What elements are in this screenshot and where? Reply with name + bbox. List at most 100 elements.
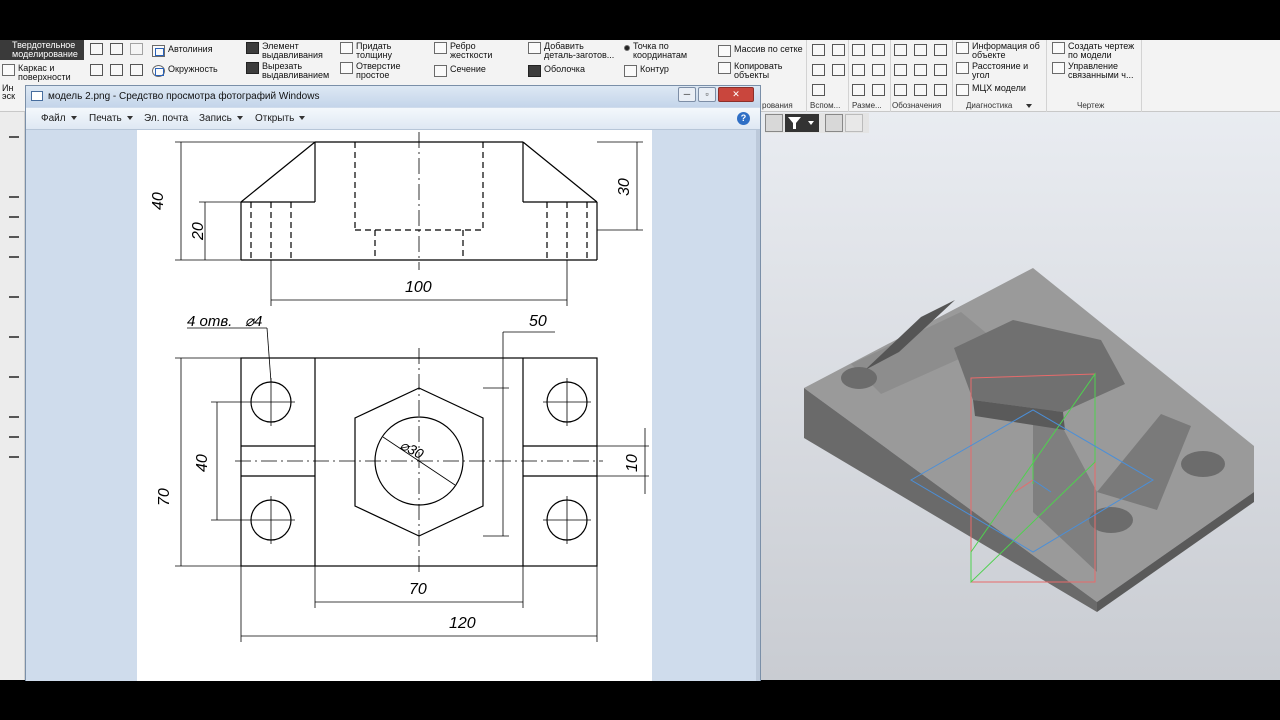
dim-10: 10 [624,454,641,472]
new-file-icon[interactable] [90,43,103,55]
distance-angle-button[interactable]: Расстояние и угол [956,62,1032,80]
extrude-element-button[interactable]: Элемент выдавливания [246,42,334,60]
help-icon[interactable]: ? [737,112,750,125]
cut-extrude-button[interactable]: Вырезать выдавливанием [246,62,334,80]
point-by-coords-button[interactable]: Точка по координатам [624,42,707,60]
select-filter-icon[interactable] [825,114,843,132]
object-info-button[interactable]: Информация об объекте [956,42,1046,60]
photo-viewer-icon [31,91,43,101]
menu-file[interactable]: Файл [41,113,77,124]
create-drawing-button[interactable]: Создать чертеж по модели [1052,42,1142,60]
notation-tool-9-icon[interactable] [934,84,947,96]
tree-marker [9,436,19,438]
tab-sketch-partial[interactable]: эск [2,92,15,101]
model-viewport[interactable] [761,112,1280,680]
wireframe-icon [2,64,15,76]
aux-tool-1-icon[interactable] [812,44,825,56]
open-folder-icon[interactable] [110,43,123,55]
tab-wireframe-surfaces[interactable]: Каркас и поверхности [2,64,88,82]
autoline-icon [152,45,165,57]
circle-icon [152,65,165,77]
section-button[interactable]: Сечение [434,65,486,77]
cut-extrude-icon [246,62,259,74]
chevron-down-icon [299,116,306,121]
filter-icon[interactable] [785,114,819,132]
close-button[interactable]: ✕ [718,87,754,102]
notation-tool-7-icon[interactable] [894,84,907,96]
menu-open[interactable]: Открыть [255,113,306,124]
notation-tool-1-icon[interactable] [894,44,907,56]
manage-linked-button[interactable]: Управление связанными ч... [1052,62,1142,80]
copy-icon [718,62,731,74]
save-icon[interactable] [130,43,143,55]
add-part-button[interactable]: Добавить деталь-заготов... [528,42,618,60]
aux-tool-3-icon[interactable] [812,64,825,76]
group-divider [952,40,953,112]
rib-button[interactable]: Ребро жесткости [434,42,506,60]
extrude-icon [246,42,259,54]
maximize-button[interactable]: ▫ [698,87,716,102]
notation-tool-4-icon[interactable] [894,64,907,76]
aux-tool-2-icon[interactable] [832,44,845,56]
circle-button[interactable]: Окружность [152,65,218,77]
tree-marker [9,416,19,418]
print-icon[interactable] [90,64,103,76]
copy-objects-button[interactable]: Копировать объекты [718,62,794,80]
minimize-button[interactable]: ─ [678,87,696,102]
hole-top-right-icon [1181,451,1225,477]
shell-button[interactable]: Оболочка [528,65,585,77]
save-as-icon[interactable] [130,64,143,76]
notation-tool-5-icon[interactable] [914,64,927,76]
notation-tool-8-icon[interactable] [914,84,927,96]
notation-tool-6-icon[interactable] [934,64,947,76]
menu-email[interactable]: Эл. почта [144,113,188,124]
chevron-down-icon [236,116,243,121]
menu-burn[interactable]: Запись [199,113,243,124]
group-label-notation: Обозначения [892,101,942,110]
dim-30-height: 30 [616,178,633,196]
tree-marker [9,196,19,198]
tree-marker [9,236,19,238]
preview-icon[interactable] [110,64,123,76]
technical-drawing-image[interactable]: 40 20 30 100 4 отв. ⌀4 50 40 70 ⌀30 10 7… [137,130,652,681]
dim-tool-5-icon[interactable] [852,84,865,96]
menu-print[interactable]: Печать [89,113,133,124]
edit-icon[interactable] [845,114,863,132]
group-divider [806,40,807,112]
dim-tool-4-icon[interactable] [872,64,885,76]
group-divider [848,40,849,112]
contour-button[interactable]: Контур [624,65,669,77]
dim-tool-1-icon[interactable] [852,44,865,56]
tree-marker [9,136,19,138]
add-part-icon [528,42,541,54]
hole-icon [340,62,353,74]
viewer-menubar: Файл Печать Эл. почта Запись Открыть ? [26,108,760,130]
dim-tool-6-icon[interactable] [872,84,885,96]
aux-tool-5-icon[interactable] [812,84,825,96]
simple-hole-button[interactable]: Отверстие простое [340,62,412,80]
dropdown-arrow-icon[interactable] [1026,104,1033,108]
aux-tool-4-icon[interactable] [832,64,845,76]
dim-100-width: 100 [405,279,432,296]
mass-props-button[interactable]: МЦХ модели [956,84,1026,96]
dim-diameter-30: ⌀30 [398,437,427,462]
view-orientation-icon[interactable] [765,114,783,132]
notation-tool-2-icon[interactable] [914,44,927,56]
group-label-dims: Разме... [852,101,882,110]
dim-tool-3-icon[interactable] [852,64,865,76]
autoline-button[interactable]: Автолиния [152,45,213,57]
dim-tool-2-icon[interactable] [872,44,885,56]
viewer-titlebar[interactable]: модель 2.png - Средство просмотра фотогр… [26,86,760,107]
tab-solid-modeling[interactable]: Твердотельное моделирование [0,40,84,60]
group-label-partial: рования [762,101,793,110]
add-thickness-button[interactable]: Придать толщину [340,42,412,60]
grid-array-button[interactable]: Массив по сетке [718,45,803,57]
dim-50: 50 [529,313,547,330]
dim-70-depth: 70 [156,488,173,506]
group-label-aux: Вспом... [810,101,841,110]
mass-props-icon [956,84,969,96]
notation-tool-3-icon[interactable] [934,44,947,56]
holes-note: 4 отв. [187,313,232,330]
dim-40-holes: 40 [194,454,211,472]
viewer-edge [756,130,760,681]
